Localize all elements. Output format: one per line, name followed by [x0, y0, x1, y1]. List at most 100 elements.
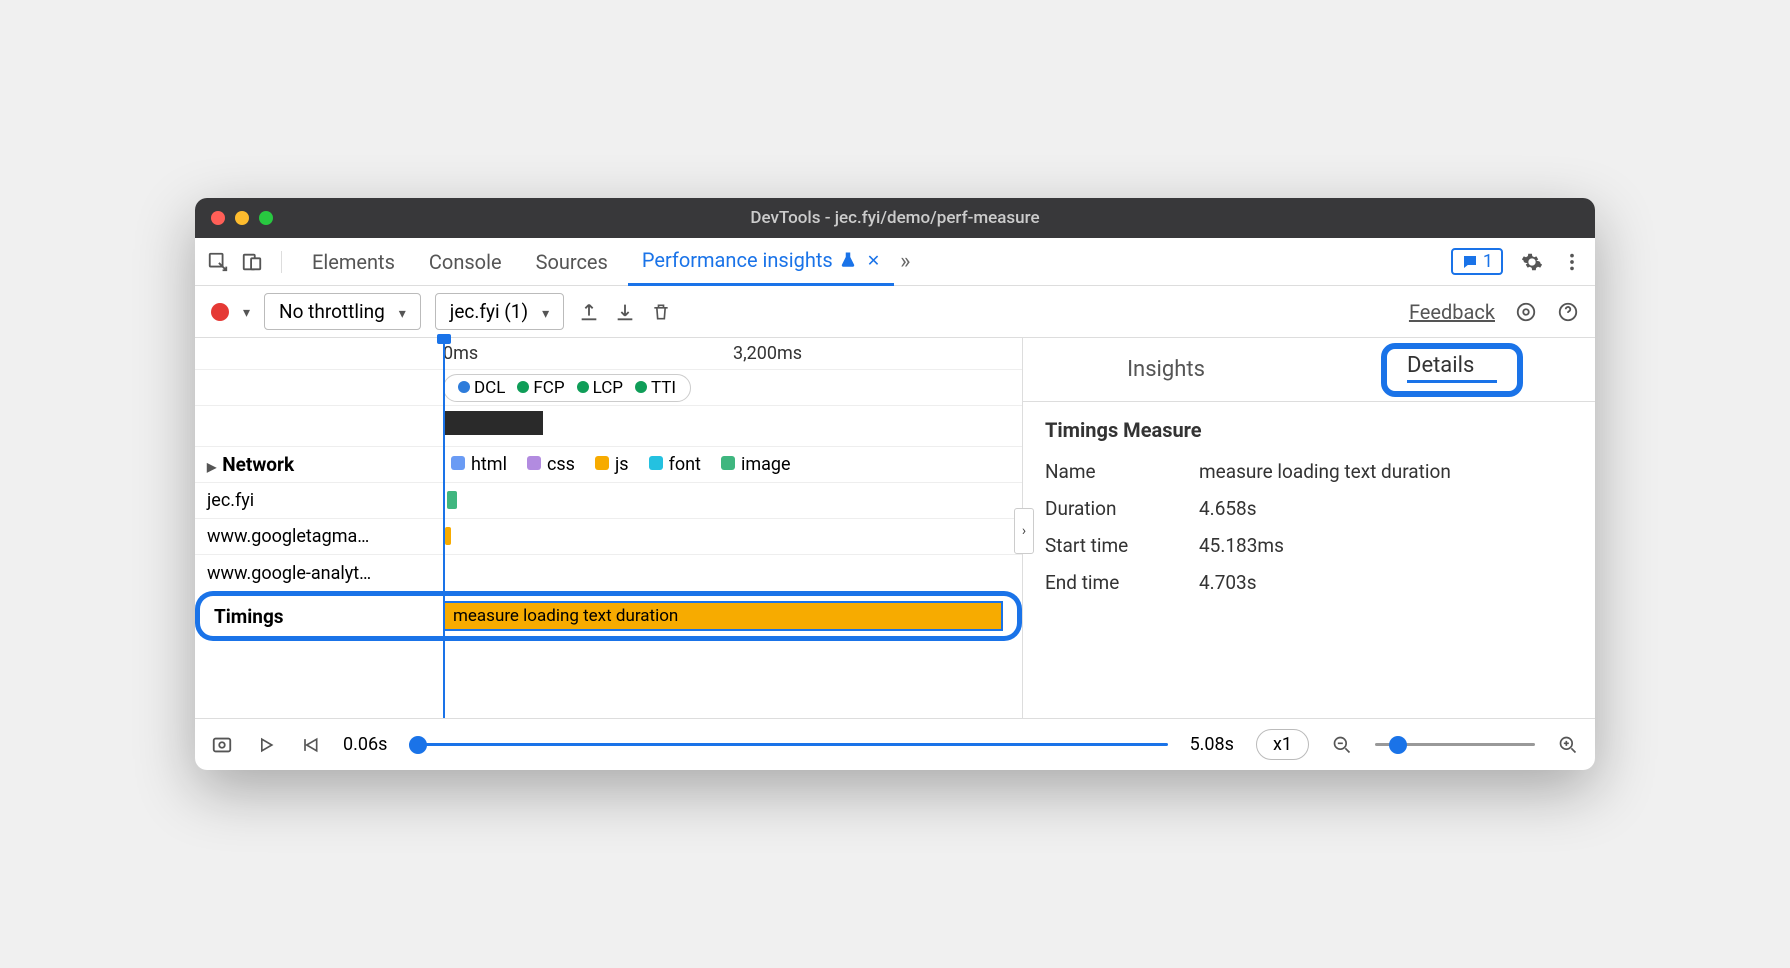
- network-row[interactable]: jec.fyi: [195, 483, 1022, 519]
- zoom-slider[interactable]: [1375, 743, 1535, 746]
- network-row[interactable]: www.googletagma…: [195, 519, 1022, 555]
- timings-section-label[interactable]: Timings: [195, 591, 443, 641]
- metric-fcp[interactable]: FCP: [517, 378, 564, 398]
- kebab-menu-icon[interactable]: [1561, 251, 1583, 273]
- delete-icon[interactable]: [650, 301, 672, 323]
- swatch-icon: [595, 456, 609, 470]
- help-icon[interactable]: [1557, 301, 1579, 323]
- record-button[interactable]: [211, 303, 229, 321]
- right-tabs: Insights Details: [1023, 338, 1595, 402]
- traffic-lights: [211, 211, 273, 225]
- swatch-icon: [451, 456, 465, 470]
- minimize-window-icon[interactable]: [235, 211, 249, 225]
- ruler-tick: 3,200ms: [733, 343, 802, 364]
- swatch-icon: [649, 456, 663, 470]
- sidebar-collapse-handle[interactable]: ›: [1014, 508, 1034, 554]
- slider-thumb[interactable]: [409, 736, 427, 754]
- timings-track: measure loading text duration: [443, 591, 1022, 641]
- devtools-window: DevTools - jec.fyi/demo/perf-measure Ele…: [195, 198, 1595, 770]
- more-tabs-icon[interactable]: [900, 249, 910, 274]
- time-slider[interactable]: [409, 743, 1167, 746]
- screenshot-thumb[interactable]: [443, 411, 543, 435]
- timeline-pane: 0ms 3,200ms DCL FCP LCP TTI Network html…: [195, 338, 1023, 718]
- tab-elements[interactable]: Elements: [298, 238, 409, 286]
- zoom-out-icon[interactable]: [1331, 734, 1353, 756]
- timing-measure-label: measure loading text duration: [453, 606, 678, 626]
- panel-settings-gear-icon[interactable]: [1515, 301, 1537, 323]
- time-start-label: 0.06s: [343, 734, 387, 755]
- detail-row-end: End time 4.703s: [1045, 571, 1573, 594]
- dot-icon: [458, 381, 470, 393]
- network-bar[interactable]: [445, 527, 451, 545]
- chat-icon: [1461, 253, 1479, 271]
- detail-row-start: Start time 45.183ms: [1045, 534, 1573, 557]
- details-body: Timings Measure Name measure loading tex…: [1023, 402, 1595, 624]
- chevron-down-icon: [399, 300, 406, 323]
- ruler-tick: 0ms: [443, 343, 733, 364]
- tab-insights[interactable]: Insights: [1023, 338, 1309, 401]
- screenshot-strip: [195, 411, 1022, 447]
- network-section-row: Network html css js font image: [195, 447, 1022, 483]
- window-title: DevTools - jec.fyi/demo/perf-measure: [750, 208, 1039, 228]
- tab-details[interactable]: Details: [1309, 338, 1595, 401]
- perf-toolbar: No throttling jec.fyi (1) Feedback: [195, 286, 1595, 338]
- maximize-window-icon[interactable]: [259, 211, 273, 225]
- inspect-element-icon[interactable]: [207, 251, 229, 273]
- metrics-row: DCL FCP LCP TTI: [195, 370, 1022, 406]
- timing-measure-bar[interactable]: measure loading text duration: [443, 601, 1003, 631]
- detail-row-duration: Duration 4.658s: [1045, 497, 1573, 520]
- titlebar: DevTools - jec.fyi/demo/perf-measure: [195, 198, 1595, 238]
- slider-thumb[interactable]: [1389, 736, 1407, 754]
- legend-image: image: [721, 454, 791, 475]
- close-tab-icon[interactable]: ✕: [867, 251, 880, 270]
- metrics-pill-group: DCL FCP LCP TTI: [443, 374, 691, 402]
- tab-performance-insights-label: Performance insights: [642, 248, 833, 272]
- tab-performance-insights[interactable]: Performance insights ✕: [628, 238, 894, 286]
- network-host-label: jec.fyi: [195, 490, 443, 511]
- active-tab-underline: [1407, 380, 1497, 383]
- beaker-icon: [839, 251, 857, 269]
- detail-row-name: Name measure loading text duration: [1045, 460, 1573, 483]
- tab-console[interactable]: Console: [415, 238, 516, 286]
- device-toolbar-icon[interactable]: [241, 251, 263, 273]
- rewind-icon[interactable]: [299, 734, 321, 756]
- metric-tti[interactable]: TTI: [635, 378, 676, 398]
- tab-details-label: Details: [1407, 353, 1497, 378]
- swatch-icon: [721, 456, 735, 470]
- network-row[interactable]: www.google-analyt…: [195, 555, 1022, 591]
- network-section-label[interactable]: Network: [195, 453, 443, 476]
- throttling-select[interactable]: No throttling: [264, 293, 421, 330]
- record-options-dropdown[interactable]: [243, 302, 250, 321]
- tab-sources[interactable]: Sources: [522, 238, 622, 286]
- play-icon[interactable]: [255, 734, 277, 756]
- chevron-down-icon: [542, 300, 549, 323]
- network-bar[interactable]: [447, 491, 457, 509]
- settings-gear-icon[interactable]: [1521, 251, 1543, 273]
- timings-section-row: Timings measure loading text duration: [195, 591, 1022, 641]
- content-area: 0ms 3,200ms DCL FCP LCP TTI Network html…: [195, 338, 1595, 718]
- metric-dcl[interactable]: DCL: [458, 378, 505, 398]
- details-heading: Timings Measure: [1045, 418, 1573, 442]
- throttling-label: No throttling: [279, 300, 385, 323]
- close-window-icon[interactable]: [211, 211, 225, 225]
- recording-select[interactable]: jec.fyi (1): [435, 293, 564, 330]
- network-host-label: www.googletagma…: [195, 526, 443, 547]
- devtools-tabbar: Elements Console Sources Performance ins…: [195, 238, 1595, 286]
- issues-badge[interactable]: 1: [1451, 248, 1503, 275]
- upload-icon[interactable]: [578, 301, 600, 323]
- issues-count: 1: [1483, 251, 1493, 272]
- zoom-in-icon[interactable]: [1557, 734, 1579, 756]
- legend-css: css: [527, 454, 575, 475]
- footer-bar: 0.06s 5.08s x1: [195, 718, 1595, 770]
- feedback-link[interactable]: Feedback: [1409, 300, 1495, 324]
- metric-lcp[interactable]: LCP: [577, 378, 623, 398]
- download-icon[interactable]: [614, 301, 636, 323]
- time-end-label: 5.08s: [1190, 734, 1234, 755]
- dot-icon: [577, 381, 589, 393]
- legend-font: font: [649, 454, 701, 475]
- preview-toggle-icon[interactable]: [211, 734, 233, 756]
- zoom-level-pill[interactable]: x1: [1256, 729, 1309, 760]
- network-host-label: www.google-analyt…: [195, 563, 443, 584]
- legend-html: html: [451, 454, 507, 475]
- dot-icon: [635, 381, 647, 393]
